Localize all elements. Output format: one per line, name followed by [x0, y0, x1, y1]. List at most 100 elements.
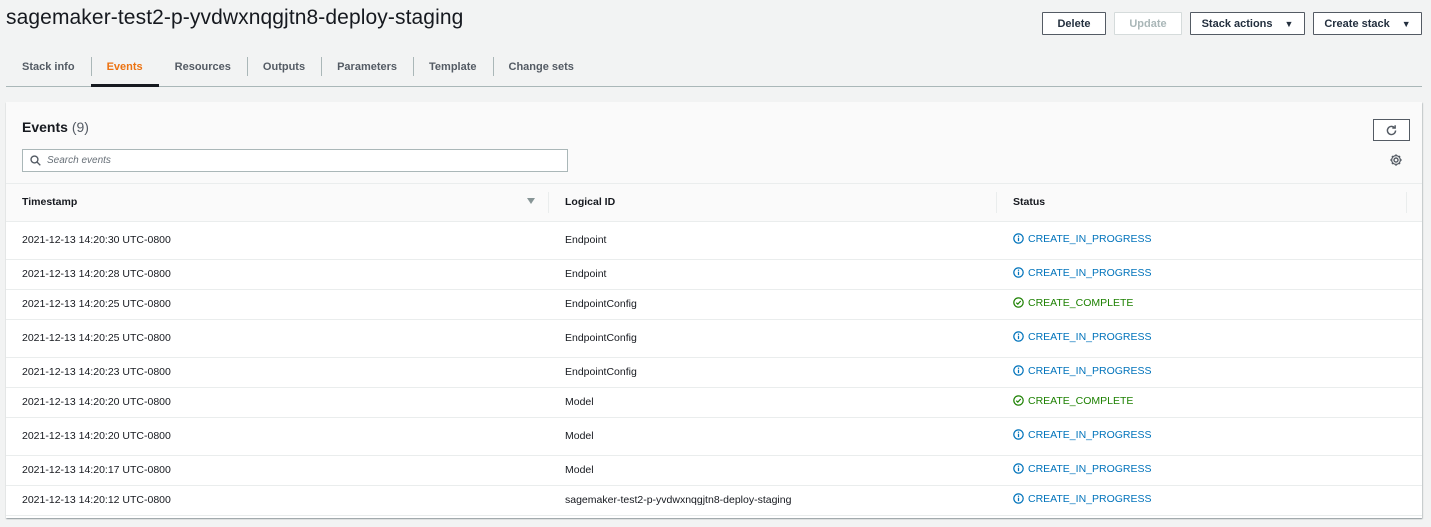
create-stack-label: Create stack [1324, 17, 1390, 30]
status-cell: CREATE_COMPLETE [997, 289, 1407, 320]
delete-button-label: Delete [1057, 17, 1091, 30]
info-circle-icon [1013, 429, 1024, 441]
gear-icon[interactable] [1389, 153, 1403, 167]
tab-change-sets[interactable]: Change sets [492, 47, 590, 86]
info-circle-icon [1013, 463, 1024, 475]
events-table-body: 2021-12-13 14:20:30 UTC-0800 Endpoint CREA… [6, 221, 1422, 516]
search-box [22, 149, 568, 172]
logical-id-cell: Endpoint [549, 221, 997, 260]
timestamp-cell: 2021-12-13 14:20:28 UTC-0800 [6, 259, 549, 290]
timestamp-cell: 2021-12-13 14:20:25 UTC-0800 [6, 319, 549, 358]
status-cell: CREATE_IN_PROGRESS [997, 357, 1407, 388]
status-text: CREATE_IN_PROGRESS [1028, 428, 1152, 441]
timestamp-cell: 2021-12-13 14:20:25 UTC-0800 [6, 289, 549, 320]
spacer-cell [1407, 289, 1422, 320]
column-header-spacer [1407, 184, 1422, 222]
sort-down-icon [527, 198, 535, 204]
status-badge: CREATE_IN_PROGRESS [1013, 331, 1152, 343]
info-circle-icon [1013, 493, 1024, 505]
column-header-status[interactable]: Status [997, 184, 1407, 222]
update-button-label: Update [1129, 17, 1167, 30]
status-text: CREATE_IN_PROGRESS [1028, 266, 1152, 279]
timestamp-cell: 2021-12-13 14:20:23 UTC-0800 [6, 357, 549, 388]
search-input[interactable] [47, 155, 547, 166]
refresh-icon [1386, 124, 1397, 135]
spacer-cell [1407, 357, 1422, 388]
status-text: CREATE_IN_PROGRESS [1028, 492, 1152, 505]
tab-stack-info[interactable]: Stack info [6, 47, 91, 86]
status-badge: CREATE_IN_PROGRESS [1013, 429, 1152, 441]
events-table: Timestamp Logical ID Status 2021-12-13 1… [6, 184, 1422, 516]
tab-parameters[interactable]: Parameters [321, 47, 413, 86]
table-row: 2021-12-13 14:20:17 UTC-0800 Model CREATE_… [6, 455, 1422, 486]
header-actions: Delete Update Stack actions ▼ Create stac… [1042, 12, 1422, 35]
logical-id-cell: EndpointConfig [549, 319, 997, 358]
info-circle-icon [1013, 331, 1024, 343]
stack-actions-button[interactable]: Stack actions ▼ [1190, 12, 1305, 35]
info-circle-icon [1013, 233, 1024, 245]
status-text: CREATE_IN_PROGRESS [1028, 330, 1152, 343]
spacer-cell [1407, 417, 1422, 456]
create-stack-button[interactable]: Create stack ▼ [1313, 12, 1422, 35]
status-text: CREATE_IN_PROGRESS [1028, 232, 1152, 245]
logical-id-cell: Model [549, 417, 997, 456]
logical-id-cell: Model [549, 455, 997, 486]
refresh-button[interactable] [1373, 119, 1410, 141]
status-cell: CREATE_IN_PROGRESS [997, 485, 1407, 516]
tab-resources[interactable]: Resources [159, 47, 247, 86]
timestamp-header-label: Timestamp [22, 196, 78, 209]
page-header: sagemaker-test2-p-yvdwxnqgjtn8-deploy-st… [0, 0, 1431, 44]
timestamp-cell: 2021-12-13 14:20:20 UTC-0800 [6, 417, 549, 456]
status-cell: CREATE_IN_PROGRESS [997, 259, 1407, 290]
spacer-cell [1407, 221, 1422, 260]
spacer-cell [1407, 455, 1422, 486]
events-title: Events (9) [22, 119, 89, 135]
logical-id-cell: sagemaker-test2-p-yvdwxnqgjtn8-deploy-st… [549, 485, 997, 516]
info-circle-icon [1013, 267, 1024, 279]
status-text: CREATE_COMPLETE [1028, 296, 1134, 309]
caret-down-icon: ▼ [1401, 18, 1411, 29]
status-badge: CREATE_IN_PROGRESS [1013, 267, 1152, 279]
events-title-text: Events [22, 119, 68, 135]
logical-id-header-label: Logical ID [565, 196, 616, 209]
status-cell: CREATE_IN_PROGRESS [997, 455, 1407, 486]
table-row: 2021-12-13 14:20:25 UTC-0800 EndpointConf… [6, 319, 1422, 358]
search-icon [23, 150, 47, 171]
tab-template[interactable]: Template [413, 47, 492, 86]
status-badge: CREATE_IN_PROGRESS [1013, 233, 1152, 245]
table-row: 2021-12-13 14:20:25 UTC-0800 EndpointConf… [6, 289, 1422, 320]
status-header-label: Status [1013, 196, 1046, 209]
status-badge: CREATE_IN_PROGRESS [1013, 365, 1152, 377]
status-badge: CREATE_IN_PROGRESS [1013, 493, 1152, 505]
status-cell: CREATE_COMPLETE [997, 387, 1407, 418]
check-circle-icon [1013, 297, 1024, 309]
timestamp-cell: 2021-12-13 14:20:12 UTC-0800 [6, 485, 549, 516]
logical-id-cell: EndpointConfig [549, 289, 997, 320]
status-cell: CREATE_IN_PROGRESS [997, 221, 1407, 260]
page-title: sagemaker-test2-p-yvdwxnqgjtn8-deploy-st… [6, 6, 464, 29]
events-count: (9) [71, 119, 89, 135]
status-badge: CREATE_COMPLETE [1013, 297, 1133, 309]
table-row: 2021-12-13 14:20:23 UTC-0800 EndpointConf… [6, 357, 1422, 388]
status-cell: CREATE_IN_PROGRESS [997, 417, 1407, 456]
status-badge: CREATE_IN_PROGRESS [1013, 463, 1152, 475]
tab-events[interactable]: Events [90, 47, 159, 87]
table-header-row: Timestamp Logical ID Status [6, 184, 1422, 222]
status-text: CREATE_IN_PROGRESS [1028, 462, 1152, 475]
tab-outputs[interactable]: Outputs [246, 47, 321, 86]
table-row: 2021-12-13 14:20:20 UTC-0800 Model CREATE_… [6, 417, 1422, 456]
caret-down-icon: ▼ [1284, 18, 1294, 29]
column-header-timestamp[interactable]: Timestamp [6, 184, 549, 222]
table-row: 2021-12-13 14:20:20 UTC-0800 Model CREATE_… [6, 387, 1422, 418]
column-header-logical-id[interactable]: Logical ID [549, 184, 997, 222]
delete-button[interactable]: Delete [1042, 12, 1106, 35]
status-text: CREATE_IN_PROGRESS [1028, 364, 1152, 377]
status-text: CREATE_COMPLETE [1028, 394, 1134, 407]
update-button[interactable]: Update [1114, 12, 1182, 35]
stack-actions-label: Stack actions [1201, 17, 1273, 30]
timestamp-cell: 2021-12-13 14:20:20 UTC-0800 [6, 387, 549, 418]
timestamp-cell: 2021-12-13 14:20:30 UTC-0800 [6, 221, 549, 260]
logical-id-cell: Model [549, 387, 997, 418]
table-row: 2021-12-13 14:20:12 UTC-0800 sagemaker-te… [6, 485, 1422, 516]
logical-id-cell: EndpointConfig [549, 357, 997, 388]
